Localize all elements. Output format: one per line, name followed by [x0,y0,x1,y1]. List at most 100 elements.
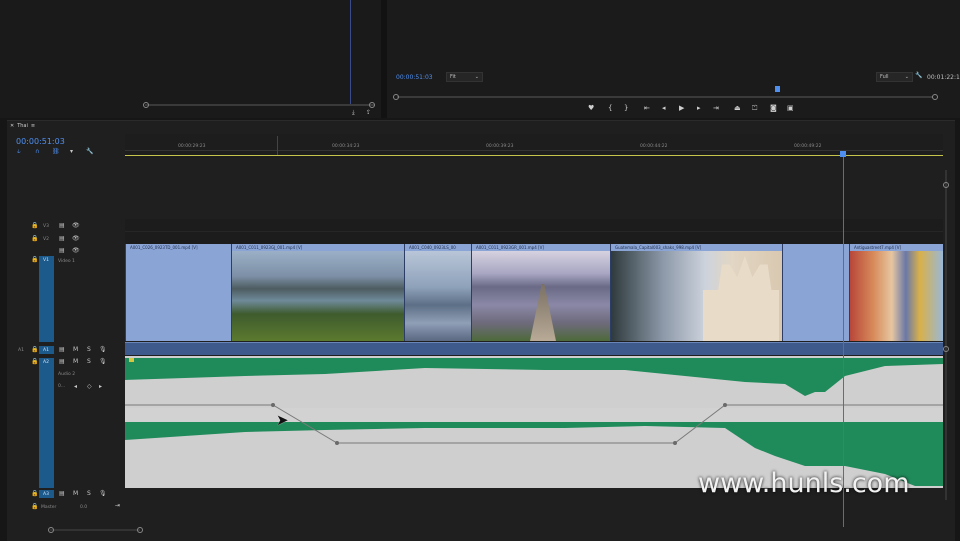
lock-icon[interactable]: 🔒 [31,359,38,365]
go-to-end-icon[interactable]: ⇥ [115,503,120,509]
solo-icon[interactable]: S [87,359,91,365]
track-v3-label[interactable]: V3 [43,224,49,229]
menu-icon[interactable]: ≡ [31,123,35,129]
clip-name: A001_C011_0923GJ_001.mp4 [V] [232,244,405,251]
clip-thumbnail-lake-rail [405,251,472,341]
source-a1-label[interactable]: A1 [18,348,24,353]
clip-name: Guatemala_Capital003_shaks_998.mp4 [V] [611,244,783,251]
microphone-icon[interactable]: 🎙 [99,491,107,497]
solo-icon[interactable]: S [87,347,91,353]
track-v1-label[interactable]: V1 [43,258,49,263]
track-v1-target[interactable] [39,256,54,342]
video-clip[interactable]: A001_C026_0923TD_001.mp4 [V] [125,244,232,341]
track-a3-label[interactable]: A3 [43,492,49,497]
toggle-sync-icon[interactable]: ▤ [59,223,65,229]
keyframe-next-icon[interactable]: ▸ [99,384,102,390]
mute-icon[interactable]: M [73,359,78,365]
track-a2-target[interactable] [39,358,54,488]
toggle-sync-icon[interactable]: ▤ [59,359,65,365]
eye-icon[interactable]: 👁 [72,248,80,254]
scrubber-handle-right[interactable] [932,94,938,100]
program-scrubber-track[interactable] [397,96,933,98]
lift-icon[interactable]: ⏏ [734,104,741,112]
play-icon[interactable]: ▶ [679,104,684,112]
insert-icon[interactable]: ⤓ [352,110,355,116]
vscroll-handle-bottom[interactable] [943,346,949,352]
quality-dropdown[interactable]: Full ⌄ [876,72,913,82]
lock-icon[interactable]: 🔒 [31,504,38,510]
horizontal-scrollbar[interactable] [50,529,140,531]
eye-icon[interactable]: 👁 [72,223,80,229]
quality-dropdown-label: Full [880,74,889,80]
work-area-bar[interactable] [125,155,943,156]
export-icon[interactable]: ⇪ [366,110,371,116]
nest-icon[interactable]: ⫝ [17,149,21,155]
video-clip[interactable] [782,244,850,341]
extract-icon[interactable]: ⏍ [752,104,757,113]
lock-icon[interactable]: 🔒 [31,491,38,497]
fit-dropdown[interactable]: Fit ⌄ [446,72,483,82]
solo-icon[interactable]: S [87,491,91,497]
linked-selection-icon[interactable]: ⛓ [52,149,60,155]
source-scroll-handle-right[interactable] [369,102,375,108]
clip-thumbnail-lake-hill [232,251,405,341]
toggle-sync-icon[interactable]: ▤ [59,491,65,497]
track-a2-label[interactable]: A2 [43,360,49,365]
program-timecode[interactable]: 00:00:51:03 [396,74,433,81]
sequence-timecode[interactable]: 00:00:51:03 [16,137,65,146]
vertical-scrollbar[interactable] [945,170,947,500]
wrench-icon[interactable]: 🔧 [915,73,922,79]
snap-icon[interactable]: ∩ [35,149,39,155]
video-clip[interactable]: A001_C011_0923GJ_001.mp4 [V] [231,244,405,341]
add-marker-timeline-icon[interactable]: ▾ [70,149,73,155]
video-clip[interactable]: A001_C011_0923GR_001.mp4 [V] [471,244,611,341]
video-clip[interactable]: Antiguastreet7.mp4 [V] [849,244,943,341]
comparison-view-icon[interactable]: ▣ [787,104,794,112]
mute-icon[interactable]: M [73,347,78,353]
timeline-settings-icon[interactable]: 🔧 [86,149,93,155]
step-forward-icon[interactable]: ▸ [697,104,701,112]
sequence-tab[interactable]: ✕ Thai ≡ [10,123,35,129]
export-frame-icon[interactable]: ◙ [770,104,777,112]
program-playhead-marker[interactable] [775,86,780,92]
lock-icon[interactable]: 🔒 [31,223,38,229]
toggle-sync-icon[interactable]: ▤ [59,347,65,353]
hscroll-handle-left[interactable] [48,527,54,533]
eye-icon[interactable]: 👁 [72,236,80,242]
close-icon[interactable]: ✕ [10,123,14,129]
microphone-icon[interactable]: 🎙 [99,347,107,353]
microphone-icon[interactable]: 🎙 [99,359,107,365]
fit-dropdown-label: Fit [450,74,456,80]
track-a2-volume[interactable]: 0... [58,384,65,389]
go-to-in-icon[interactable]: ⇤ [644,104,650,112]
track-lane-v3[interactable] [125,219,943,232]
clip-name: A001_C040_0923LS_00 [405,244,472,251]
source-scroll-handle-left[interactable] [143,102,149,108]
track-lane-a1[interactable] [125,342,943,355]
toggle-sync-icon[interactable]: ▤ [59,236,65,242]
track-v2-label[interactable]: V2 [43,237,49,242]
keyframe-prev-icon[interactable]: ◂ [74,384,77,390]
mark-in-icon[interactable]: { [608,104,612,112]
mute-icon[interactable]: M [73,491,78,497]
toggle-sync-icon[interactable]: ▤ [59,248,65,254]
master-volume-value[interactable]: 0.0 [80,505,87,510]
go-to-out-icon[interactable]: ⇥ [713,104,719,112]
video-clip[interactable]: Guatemala_Capital003_shaks_998.mp4 [V] [610,244,783,341]
keyframe-add-icon[interactable]: ◇ [87,384,92,390]
source-scroll-track[interactable] [145,104,375,106]
lock-icon[interactable]: 🔒 [31,257,38,263]
step-back-icon[interactable]: ◂ [662,104,666,112]
master-track-label: Master [41,505,57,510]
clip-thumbnail-street [850,251,943,341]
lock-icon[interactable]: 🔒 [31,236,38,242]
video-clip[interactable]: A001_C040_0923LS_00 [404,244,472,341]
scrubber-handle-left[interactable] [393,94,399,100]
mark-out-icon[interactable]: } [624,104,628,112]
vscroll-handle-top[interactable] [943,182,949,188]
hscroll-handle-right[interactable] [137,527,143,533]
track-a1-label[interactable]: A1 [43,348,49,353]
lock-icon[interactable]: 🔒 [31,347,38,353]
track-a2-name: Audio 2 [58,372,76,377]
add-marker-icon[interactable]: ♥ [588,104,594,112]
